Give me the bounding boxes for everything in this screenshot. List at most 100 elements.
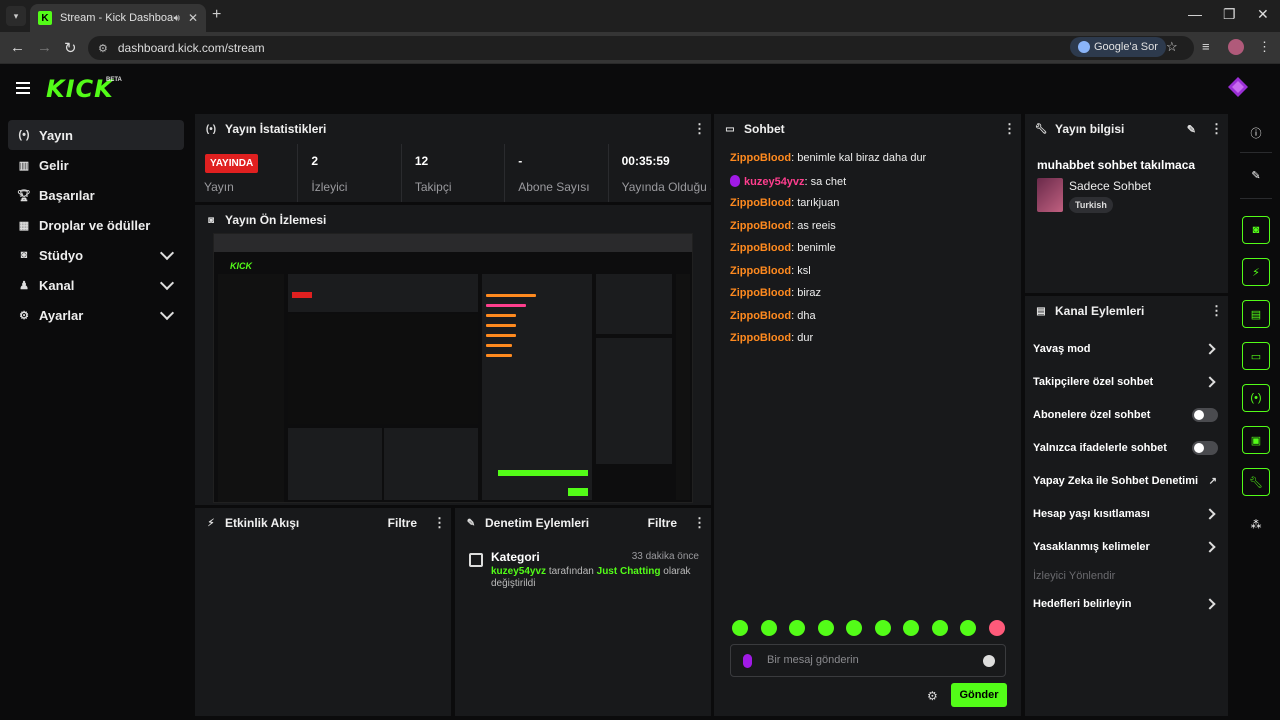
chat-username[interactable]: ZippoBlood <box>730 287 791 299</box>
more-options-icon[interactable]: ⋮ <box>1210 121 1223 137</box>
emote-icon[interactable] <box>960 620 976 636</box>
action-followers-only[interactable]: Takipçilere özel sohbet <box>1033 370 1220 394</box>
edit-icon[interactable]: ✎ <box>1187 123 1196 136</box>
action-label: Takipçilere özel sohbet <box>1033 376 1154 388</box>
sidebar-item-ayarlar[interactable]: ⚙︎ Ayarlar <box>8 300 184 330</box>
action-set-goals[interactable]: Hedefleri belirleyin <box>1033 592 1220 616</box>
more-options-icon[interactable]: ⋮ <box>1003 121 1016 137</box>
minimize-icon[interactable]: — <box>1188 6 1202 22</box>
chevron-down-icon[interactable] <box>159 305 175 320</box>
sidebar-item-gelir[interactable]: ▥ Gelir <box>8 150 184 180</box>
filter-button[interactable]: Filtre <box>388 516 417 530</box>
more-options-icon[interactable]: ⋮ <box>433 515 446 531</box>
reload-icon[interactable]: ↻ <box>64 39 77 57</box>
emote-icon[interactable] <box>989 620 1005 636</box>
panel-title: Denetim Eylemleri <box>485 516 590 530</box>
chat-widget-icon[interactable]: ▭ <box>1242 342 1270 370</box>
chat-text: : benimle <box>791 242 836 254</box>
emote-only-toggle[interactable] <box>1192 441 1218 455</box>
browser-tab[interactable]: K Stream - Kick Dashboard 🔊︎ ✕ <box>30 4 206 32</box>
tab-search-button[interactable]: ▾ <box>6 6 26 26</box>
more-options-icon[interactable]: ⋮ <box>1210 303 1223 319</box>
chat-username[interactable]: kuzey54yvz <box>744 176 805 188</box>
subscribers-only-toggle[interactable] <box>1192 408 1218 422</box>
chat-username[interactable]: ZippoBlood <box>730 242 791 254</box>
emote-icon[interactable] <box>761 620 777 636</box>
sidebar-item-kanal[interactable]: ♟︎ Kanal <box>8 270 184 300</box>
sidebar-item-label: Yayın <box>39 127 73 143</box>
maximize-icon[interactable]: ❐ <box>1223 6 1236 23</box>
send-button[interactable]: Gönder <box>951 683 1007 707</box>
google-ask-button[interactable]: Google'a Sor <box>1070 37 1166 57</box>
chevron-right-icon <box>1204 376 1216 388</box>
emote-icon[interactable] <box>732 620 748 636</box>
action-slow-mode[interactable]: Yavaş mod <box>1033 337 1220 361</box>
activity-widget-icon[interactable]: ⚡︎ <box>1242 258 1270 286</box>
edit-layout-icon[interactable]: ✎ <box>1242 161 1270 189</box>
info-icon[interactable]: ⓘ <box>1242 119 1270 147</box>
action-ai-moderation[interactable]: Yapay Zeka ile Sohbet Denetimi ↗ <box>1033 469 1220 493</box>
panel-header: ⚡︎ Etkinlik Akışı Filtre ⋮ <box>195 508 451 538</box>
kick-logo[interactable]: KICK <box>46 75 114 103</box>
emote-icon[interactable] <box>789 620 805 636</box>
more-widgets-icon[interactable]: ⁂ <box>1242 510 1270 538</box>
chat-username[interactable]: ZippoBlood <box>730 197 791 209</box>
actions-widget-icon[interactable]: ▣ <box>1242 426 1270 454</box>
address-bar[interactable]: ⚙︎ dashboard.kick.com/stream <box>88 36 1194 60</box>
preview-widget-icon[interactable]: ◙ <box>1242 216 1270 244</box>
emote-icon[interactable] <box>932 620 948 636</box>
chat-username[interactable]: ZippoBlood <box>730 152 791 164</box>
user-avatar[interactable] <box>1226 75 1250 99</box>
action-banned-words[interactable]: Yasaklanmış kelimeler <box>1033 535 1220 559</box>
sidebar-item-basarilar[interactable]: 🏆︎ Başarılar <box>8 180 184 210</box>
hamburger-menu-icon[interactable] <box>16 82 30 97</box>
back-icon[interactable]: ← <box>10 39 25 56</box>
panel-header: ✎ Denetim Eylemleri Filtre ⋮ <box>455 508 711 538</box>
more-options-icon[interactable]: ⋮ <box>693 515 706 531</box>
chat-settings-icon[interactable]: ⚙︎ <box>927 689 938 703</box>
emote-icon[interactable] <box>903 620 919 636</box>
stream-category[interactable]: Sadece Sohbet <box>1069 179 1151 193</box>
action-account-age[interactable]: Hesap yaşı kısıtlaması <box>1033 502 1220 526</box>
action-label: Yavaş mod <box>1033 343 1091 355</box>
chat-username[interactable]: ZippoBlood <box>730 332 791 344</box>
sidebar-item-studyo[interactable]: ◙ Stüdyo <box>8 240 184 270</box>
forward-icon[interactable]: → <box>37 39 52 56</box>
wrench-widget-icon[interactable]: 🔧︎ <box>1242 468 1270 496</box>
url-text: dashboard.kick.com/stream <box>117 41 265 55</box>
broadcast-widget-icon[interactable]: (•) <box>1242 384 1270 412</box>
stream-preview-video[interactable]: KICK <box>213 233 693 503</box>
bookmark-star-icon[interactable]: ☆ <box>1166 39 1178 55</box>
chat-username[interactable]: ZippoBlood <box>730 310 791 322</box>
audit-category-link[interactable]: Just Chatting <box>597 566 661 577</box>
chat-message: ZippoBlood: dur <box>730 332 813 344</box>
audit-user-link[interactable]: kuzey54yvz <box>491 566 546 577</box>
browser-profile-avatar[interactable] <box>1228 39 1244 55</box>
new-tab-icon[interactable]: + <box>212 6 221 24</box>
more-options-icon[interactable]: ⋮ <box>693 121 706 137</box>
chat-username[interactable]: ZippoBlood <box>730 265 791 277</box>
trophy-icon: 🏆︎ <box>17 189 31 202</box>
emote-icon[interactable] <box>875 620 891 636</box>
emote-icon[interactable] <box>846 620 862 636</box>
media-control-icon[interactable]: ≡ <box>1202 39 1210 54</box>
close-window-icon[interactable]: ✕ <box>1257 6 1269 23</box>
sidebar-item-label: Başarılar <box>39 187 95 203</box>
close-tab-icon[interactable]: ✕ <box>188 11 198 25</box>
emoji-picker-icon[interactable] <box>983 655 995 667</box>
chat-bubble-icon: ▭ <box>725 123 735 135</box>
notes-widget-icon[interactable]: ▤ <box>1242 300 1270 328</box>
chat-username[interactable]: ZippoBlood <box>730 220 791 232</box>
action-subscribers-only: Abonelere özel sohbet <box>1033 403 1220 427</box>
sidebar-item-yayin[interactable]: (•) Yayın <box>8 120 184 150</box>
browser-menu-icon[interactable]: ⋮ <box>1258 39 1271 55</box>
emote-icon[interactable] <box>818 620 834 636</box>
chevron-down-icon[interactable] <box>159 245 175 260</box>
chat-message-input[interactable]: Bir mesaj gönderin <box>730 644 1006 677</box>
chevron-down-icon[interactable] <box>159 275 175 290</box>
filter-button[interactable]: Filtre <box>648 516 677 530</box>
sidebar-item-droplar[interactable]: ▦ Droplar ve ödüller <box>8 210 184 240</box>
site-info-icon[interactable]: ⚙︎ <box>98 42 108 55</box>
stat-value: 12 <box>414 154 429 168</box>
speaker-icon[interactable]: 🔊︎ <box>174 13 180 24</box>
